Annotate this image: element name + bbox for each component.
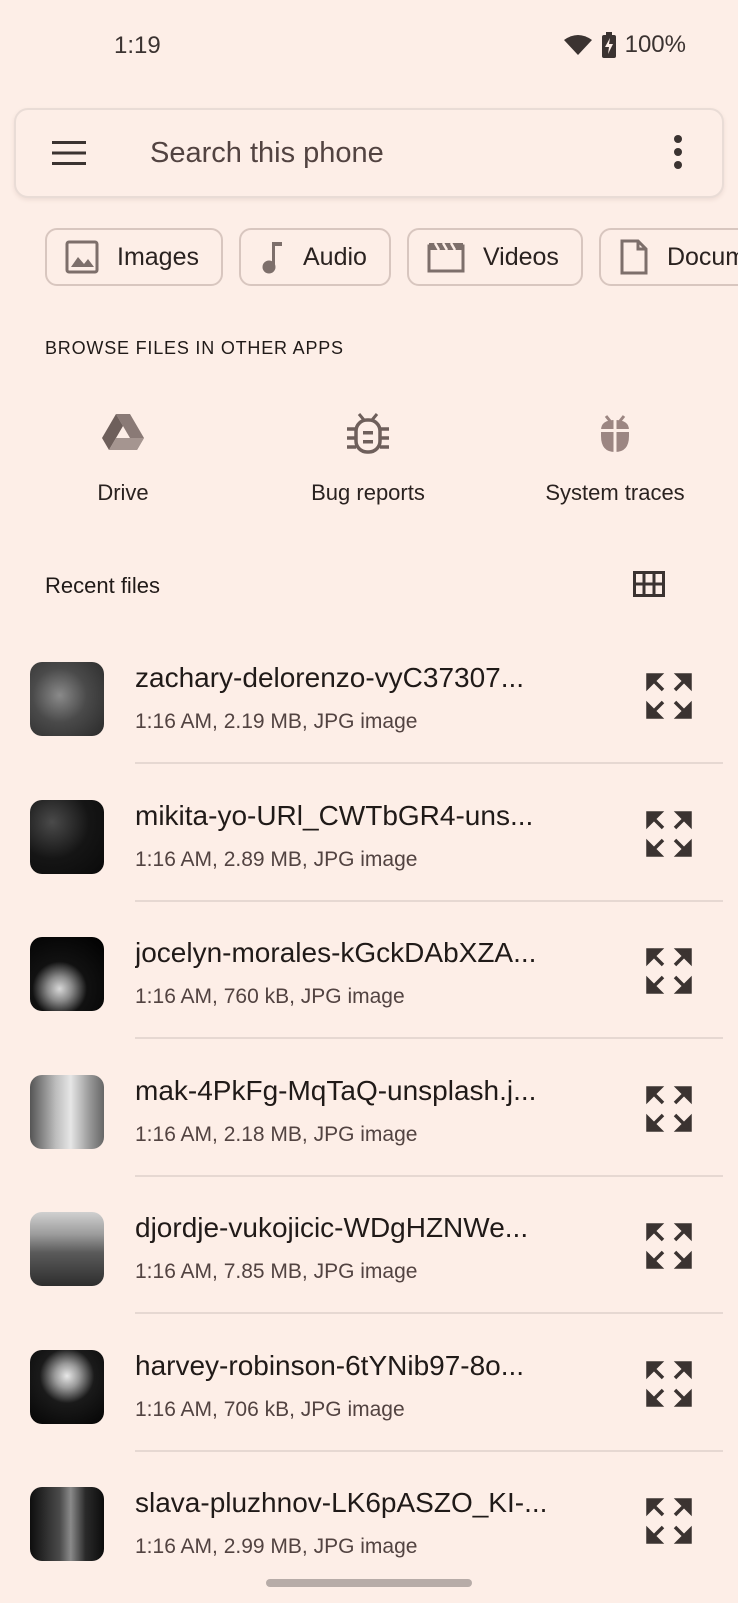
chip-videos[interactable]: Videos <box>406 228 583 286</box>
expand-icon[interactable] <box>646 1223 692 1269</box>
file-name: jocelyn-morales-kGckDAbXZA... <box>135 937 537 968</box>
home-indicator[interactable] <box>266 1579 472 1587</box>
chip-documents[interactable]: Documents <box>598 228 738 286</box>
app-system-traces[interactable]: System traces <box>505 400 725 506</box>
file-thumbnail <box>30 662 104 736</box>
file-name: mikita-yo-URl_CWTbGR4-uns... <box>135 799 534 831</box>
file-meta: 1:16 AM, 706 kB, JPG image <box>135 1397 405 1421</box>
music-note-icon <box>262 242 282 274</box>
list-item[interactable]: mak-4PkFg-MqTaQ-unsplash.j... 1:16 AM, 2… <box>0 1053 738 1191</box>
file-name: mak-4PkFg-MqTaQ-unsplash.j... <box>135 1074 537 1106</box>
chip-label: Documents <box>666 242 738 271</box>
search-bar[interactable]: Search this phone <box>14 108 724 198</box>
file-meta: 1:16 AM, 760 kB, JPG image <box>135 985 405 1008</box>
file-name: zachary-delorenzo-vyC37307... <box>135 662 525 693</box>
more-vert-icon[interactable] <box>672 134 684 170</box>
recent-files-title: Recent files <box>45 573 160 598</box>
app-bug-reports[interactable]: Bug reports <box>258 400 478 506</box>
chip-label: Videos <box>482 242 559 271</box>
grid-view-icon[interactable] <box>633 571 665 597</box>
file-name: harvey-robinson-6tYNib97-8o... <box>135 1349 525 1381</box>
file-meta: 1:16 AM, 7.85 MB, JPG image <box>135 1260 418 1283</box>
file-name: slava-pluzhnov-LK6pASZO_KI-... <box>135 1487 548 1518</box>
list-item[interactable]: harvey-robinson-6tYNib97-8o... 1:16 AM, … <box>0 1328 738 1466</box>
browse-apps: Drive Bug reports System traces <box>0 400 738 520</box>
chip-images[interactable]: Images <box>45 228 223 286</box>
file-meta: 1:16 AM, 2.19 MB, JPG image <box>135 710 418 733</box>
battery-percent: 100% <box>624 31 686 58</box>
expand-icon[interactable] <box>646 1498 692 1544</box>
app-drive[interactable]: Drive <box>13 400 233 506</box>
status-bar: 1:19 100% <box>0 0 738 96</box>
expand-icon[interactable] <box>646 1360 692 1407</box>
category-chips: Images Audio Videos Documents <box>45 228 738 290</box>
app-label: Bug reports <box>311 480 425 505</box>
file-thumbnail <box>30 1212 104 1286</box>
system-traces-icon <box>601 415 629 452</box>
file-meta: 1:16 AM, 2.99 MB, JPG image <box>135 1535 418 1558</box>
divider <box>135 1312 723 1314</box>
file-meta: 1:16 AM, 2.18 MB, JPG image <box>135 1122 418 1146</box>
file-thumbnail <box>30 937 104 1011</box>
divider <box>135 1037 723 1039</box>
list-item[interactable]: mikita-yo-URl_CWTbGR4-uns... 1:16 AM, 2.… <box>0 778 738 916</box>
file-meta: 1:16 AM, 2.89 MB, JPG image <box>135 847 418 871</box>
expand-icon[interactable] <box>646 948 692 994</box>
chip-label: Images <box>117 242 199 271</box>
image-icon <box>65 240 99 274</box>
expand-icon[interactable] <box>646 1085 692 1132</box>
browse-heading: BROWSE FILES IN OTHER APPS <box>45 338 344 358</box>
file-name: djordje-vukojicic-WDgHZNWe... <box>135 1212 529 1243</box>
list-item[interactable]: zachary-delorenzo-vyC37307... 1:16 AM, 2… <box>0 640 738 778</box>
divider <box>135 1174 723 1177</box>
bug-report-icon <box>347 413 389 454</box>
chip-audio[interactable]: Audio <box>238 228 391 286</box>
divider <box>135 762 723 764</box>
file-thumbnail <box>30 1349 104 1424</box>
document-icon <box>620 239 648 275</box>
menu-icon[interactable] <box>52 140 86 166</box>
file-thumbnail <box>30 1487 104 1561</box>
divider <box>135 1449 723 1452</box>
file-thumbnail <box>30 1074 104 1149</box>
movie-icon <box>427 242 465 273</box>
expand-icon[interactable] <box>646 810 692 857</box>
battery-charging-icon <box>601 32 616 58</box>
divider <box>135 899 723 902</box>
list-item[interactable]: djordje-vukojicic-WDgHZNWe... 1:16 AM, 7… <box>0 1190 738 1328</box>
expand-icon[interactable] <box>646 673 692 719</box>
status-time: 1:19 <box>114 32 161 59</box>
drive-icon <box>102 414 144 450</box>
status-icons: 100% <box>563 31 686 59</box>
file-thumbnail <box>30 799 104 874</box>
chip-label: Audio <box>302 242 367 271</box>
list-item[interactable]: jocelyn-morales-kGckDAbXZA... 1:16 AM, 7… <box>0 915 738 1053</box>
wifi-icon <box>563 35 592 55</box>
app-label: System traces <box>545 480 685 505</box>
recent-files-list: zachary-delorenzo-vyC37307... 1:16 AM, 2… <box>0 640 738 1603</box>
app-label: Drive <box>97 480 149 505</box>
search-input[interactable]: Search this phone <box>150 137 384 170</box>
